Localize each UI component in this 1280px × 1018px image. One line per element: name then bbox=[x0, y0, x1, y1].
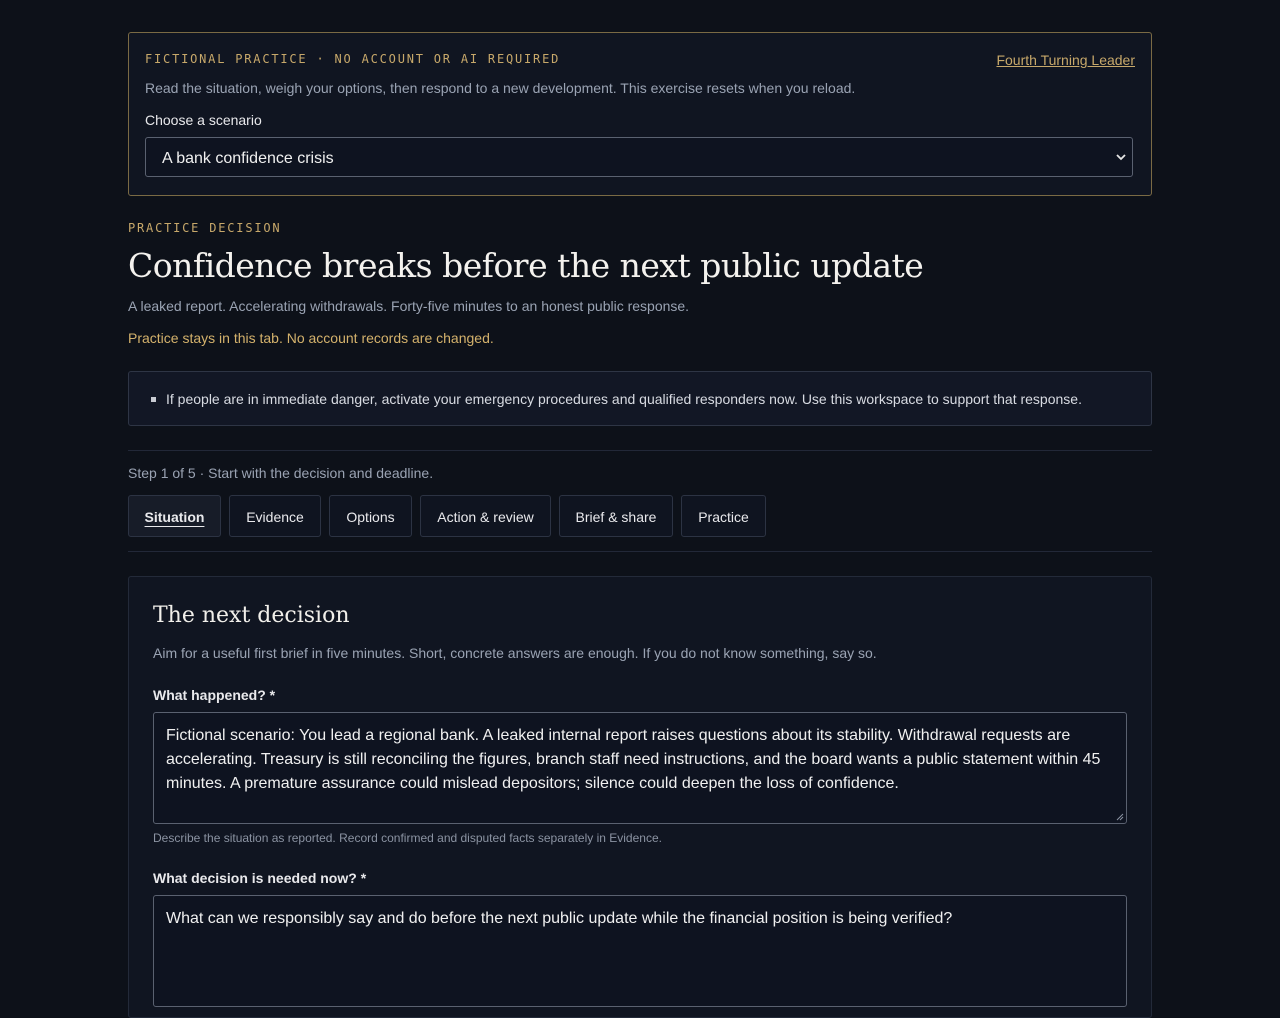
safety-alert: If people are in immediate danger, activ… bbox=[128, 371, 1152, 426]
tab-label: Options bbox=[346, 509, 395, 525]
panel-title: The next decision bbox=[153, 603, 350, 628]
chevron-down-icon bbox=[1116, 154, 1126, 161]
step-indicator: Step 1 of 5 · Start with the decision an… bbox=[128, 465, 434, 481]
divider bbox=[128, 450, 1152, 451]
tab-evidence[interactable]: Evidence bbox=[229, 495, 321, 537]
tab-options[interactable]: Options bbox=[329, 495, 412, 537]
what-happened-textarea[interactable]: Fictional scenario: You lead a regional … bbox=[153, 712, 1127, 824]
safety-alert-text: If people are in immediate danger, activ… bbox=[166, 391, 1082, 407]
practice-notice: Practice stays in this tab. No account r… bbox=[128, 330, 494, 346]
scenario-select[interactable]: A bank confidence crisis bbox=[145, 137, 1133, 177]
tab-label: Practice bbox=[698, 509, 749, 525]
fourth-turning-leader-link[interactable]: Fourth Turning Leader bbox=[996, 52, 1135, 68]
page-subtitle: A leaked report. Accelerating withdrawal… bbox=[128, 298, 690, 314]
tab-brief-share[interactable]: Brief & share bbox=[559, 495, 673, 537]
tab-practice[interactable]: Practice bbox=[681, 495, 766, 537]
divider bbox=[128, 551, 1152, 552]
tab-action-review[interactable]: Action & review bbox=[420, 495, 551, 537]
decision-needed-label: What decision is needed now? * bbox=[153, 870, 367, 886]
tab-label: Situation bbox=[144, 509, 205, 525]
scenario-select-label: Choose a scenario bbox=[145, 112, 262, 128]
tab-label: Brief & share bbox=[575, 509, 657, 525]
banner-description: Read the situation, weigh your options, … bbox=[145, 80, 856, 96]
scenario-select-value: A bank confidence crisis bbox=[162, 150, 334, 167]
eyebrow: PRACTICE DECISION bbox=[128, 221, 282, 235]
decision-needed-value: What can we responsibly say and do befor… bbox=[166, 910, 953, 927]
tab-situation[interactable]: Situation bbox=[128, 495, 221, 537]
tab-label: Evidence bbox=[246, 509, 304, 525]
what-happened-hint: Describe the situation as reported. Reco… bbox=[153, 831, 662, 845]
what-happened-value: Fictional scenario: You lead a regional … bbox=[166, 727, 1101, 792]
decision-panel: The next decision Aim for a useful first… bbox=[128, 576, 1152, 1018]
resize-handle-icon[interactable] bbox=[1116, 813, 1124, 821]
bullet-icon bbox=[151, 397, 156, 402]
what-happened-label: What happened? * bbox=[153, 687, 276, 703]
panel-description: Aim for a useful first brief in five min… bbox=[153, 645, 877, 661]
page-title: Confidence breaks before the next public… bbox=[128, 246, 924, 285]
decision-needed-textarea[interactable]: What can we responsibly say and do befor… bbox=[153, 895, 1127, 1007]
practice-banner: FICTIONAL PRACTICE · NO ACCOUNT OR AI RE… bbox=[128, 32, 1152, 196]
tab-label: Action & review bbox=[437, 509, 534, 525]
banner-tag: FICTIONAL PRACTICE · NO ACCOUNT OR AI RE… bbox=[145, 52, 561, 66]
